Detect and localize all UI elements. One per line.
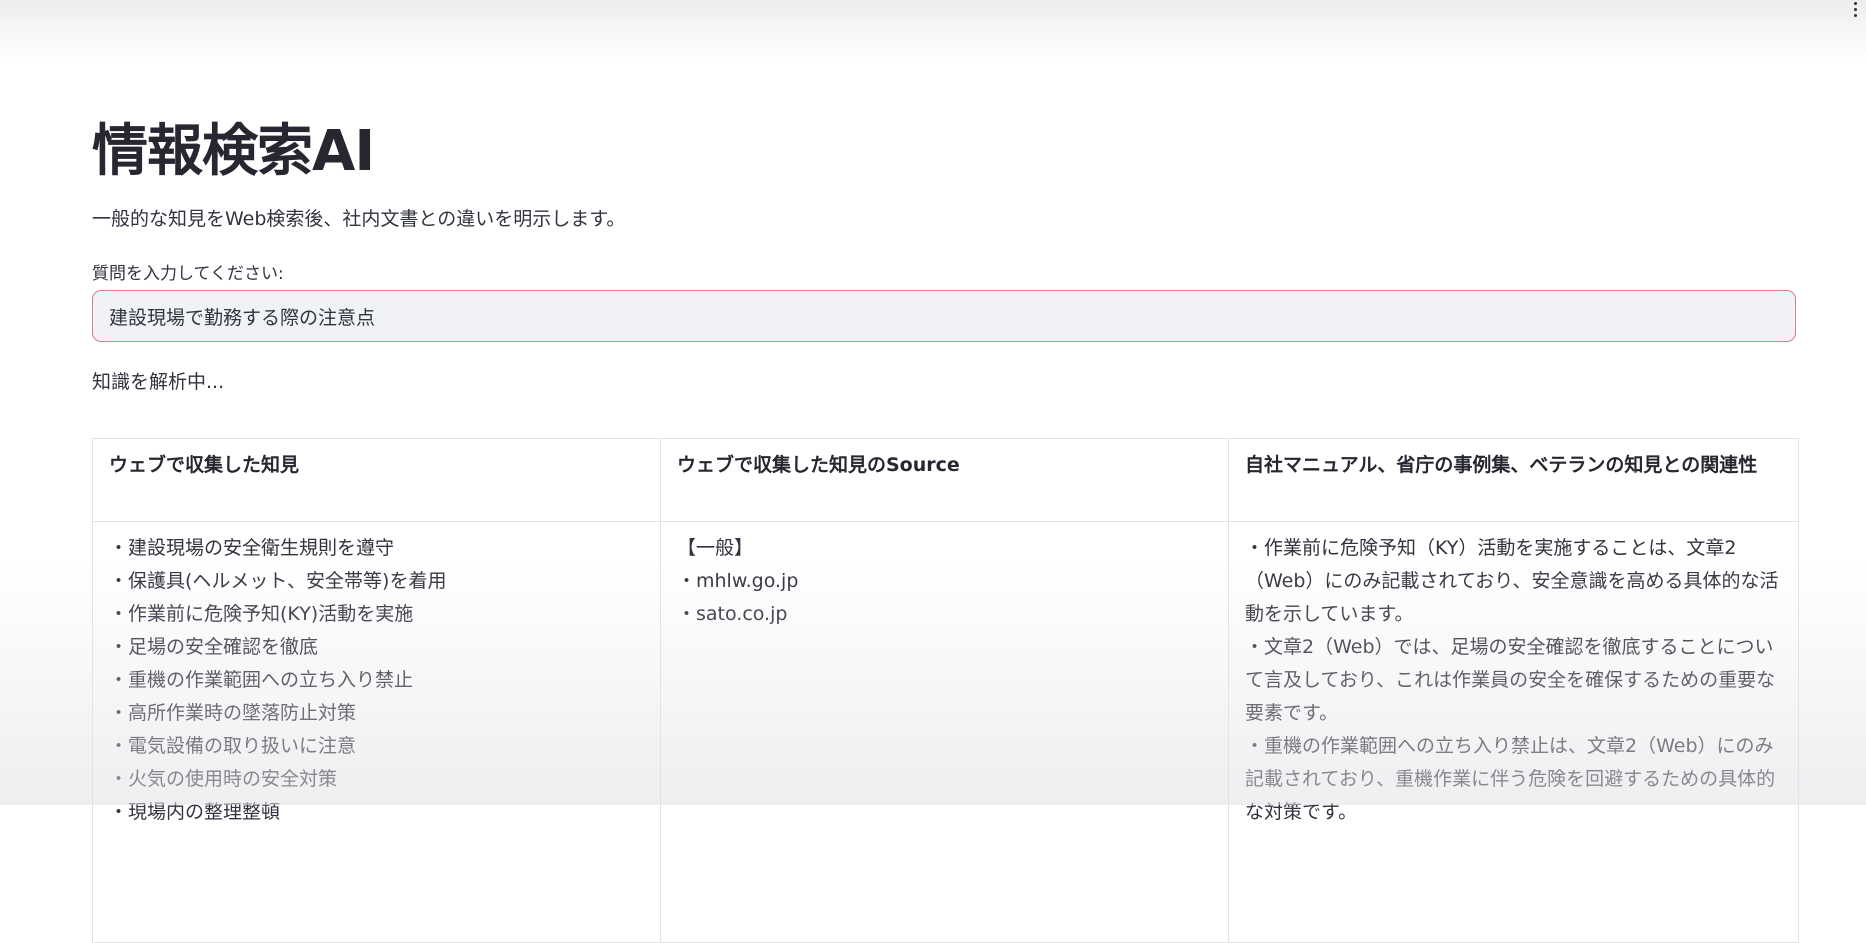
vertical-ellipsis-icon [1853,2,1857,5]
list-item: ・保護具(ヘルメット、安全帯等)を着用 [109,570,447,592]
question-input-label: 質問を入力してください: [92,264,284,284]
source-item: ・mhlw.go.jp [677,570,799,592]
list-item: ・火気の使用時の安全対策 [109,768,338,790]
list-item: ・重機の作業範囲への立ち入り禁止 [109,669,414,691]
list-item: ・現場内の整理整頓 [109,801,281,823]
results-table: ウェブで収集した知見 ウェブで収集した知見のSource 自社マニュアル、省庁の… [92,438,1799,943]
column-header-sources: ウェブで収集した知見のSource [660,438,1229,522]
main-menu-button[interactable] [1850,2,1860,22]
table-row: ・建設現場の安全衛生規則を遵守 ・保護具(ヘルメット、安全帯等)を着用 ・作業前… [92,521,1799,943]
list-item: ・作業前に危険予知(KY)活動を実施 [109,603,414,625]
relevance-item: ・作業前に危険予知（KY）活動を実施することは、文章2（Web）にのみ記載されて… [1245,537,1779,625]
app-header-bar [0,0,1866,60]
relevance-item: ・文章2（Web）では、足場の安全確認を徹底することについて言及しており、これは… [1245,636,1776,724]
column-header-web-findings: ウェブで収集した知見 [92,438,661,522]
relevance-cell: ・作業前に危険予知（KY）活動を実施することは、文章2（Web）にのみ記載されて… [1228,521,1799,943]
list-item: ・足場の安全確認を徹底 [109,636,319,658]
column-header-relevance: 自社マニュアル、省庁の事例集、ベテランの知見との関連性 [1228,438,1799,522]
question-input[interactable] [92,290,1796,342]
table-header-row: ウェブで収集した知見 ウェブで収集した知見のSource 自社マニュアル、省庁の… [92,438,1799,522]
page-subtitle: 一般的な知見をWeb検索後、社内文書との違いを明示します。 [92,208,626,230]
sources-cell: 【一般】 ・mhlw.go.jp ・sato.co.jp [660,521,1229,943]
web-findings-cell: ・建設現場の安全衛生規則を遵守 ・保護具(ヘルメット、安全帯等)を着用 ・作業前… [92,521,661,943]
list-item: ・建設現場の安全衛生規則を遵守 [109,537,395,559]
source-category: 【一般】 [677,537,754,559]
page-title: 情報検索AI [92,119,375,184]
source-item: ・sato.co.jp [677,603,788,625]
list-item: ・高所作業時の墜落防止対策 [109,702,357,724]
relevance-item: ・重機の作業範囲への立ち入り禁止は、文章2（Web）にのみ記載されており、重機作… [1245,735,1776,823]
list-item: ・電気設備の取り扱いに注意 [109,735,357,757]
status-text: 知識を解析中... [92,371,225,393]
